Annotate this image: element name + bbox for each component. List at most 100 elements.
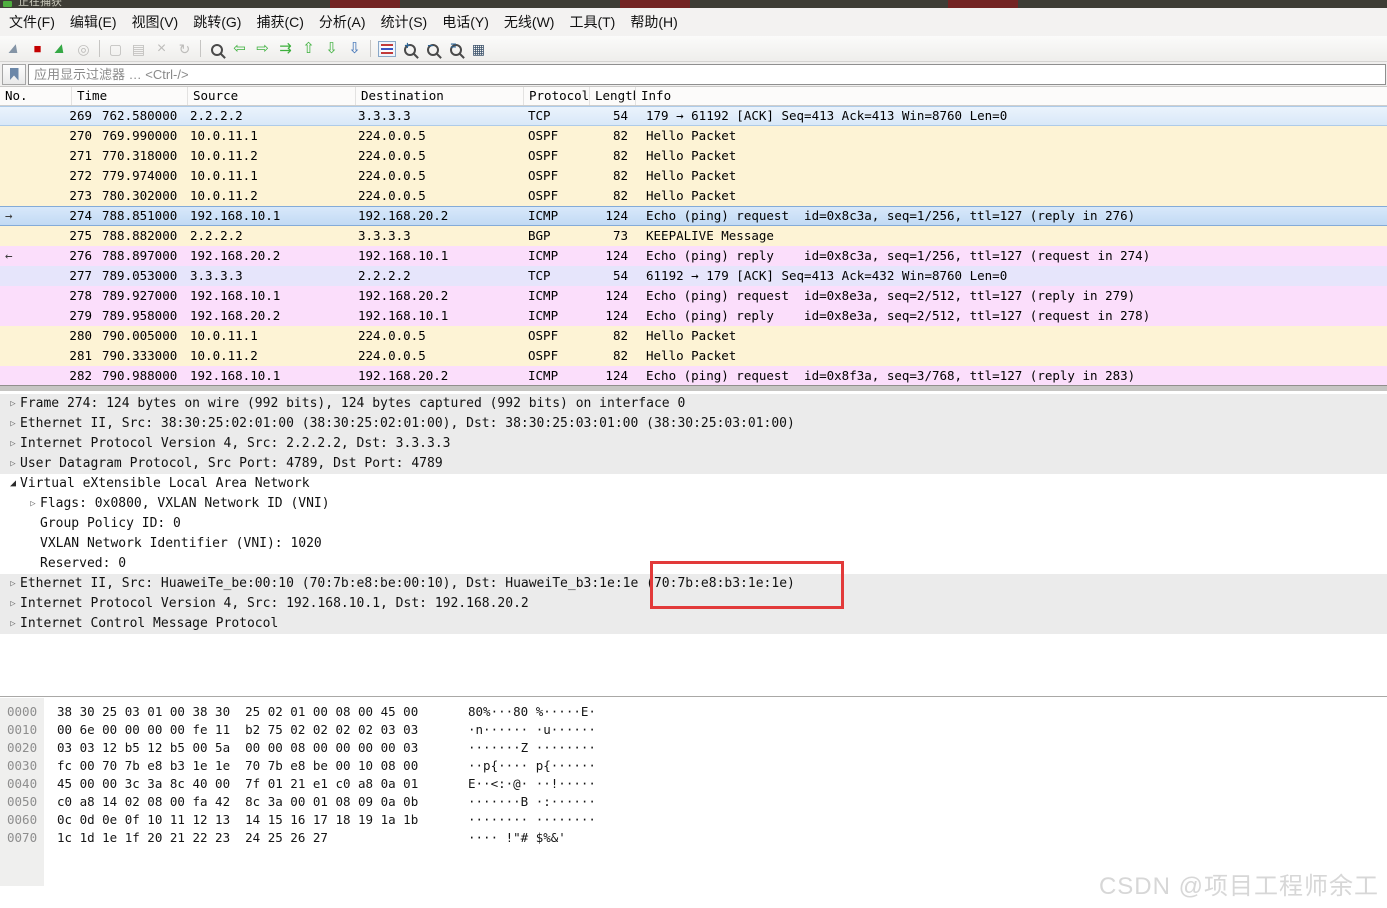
packet-row[interactable]: ← 276 788.897000 192.168.20.2 192.168.10.1 IC… [0,246,1387,266]
menu-analyze[interactable]: 分析(A) [313,8,372,36]
cell-protocol: BGP [528,228,551,243]
reload-icon[interactable]: ↻ [173,42,196,56]
packet-row[interactable]: 273 780.302000 10.0.11.2 224.0.0.5 OSPF 82 Hel… [0,186,1387,206]
detail-line-frame[interactable]: ▷ Frame 274: 124 bytes on wire (992 bits)… [0,394,1387,414]
packet-row[interactable]: 271 770.318000 10.0.11.2 224.0.0.5 OSPF 82 Hel… [0,146,1387,166]
menu-help[interactable]: 帮助(H) [624,8,683,36]
detail-line-ethernet-outer[interactable]: ▷ Ethernet II, Src: 38:30:25:02:01:00 (38… [0,414,1387,434]
menu-capture[interactable]: 捕获(C) [250,8,309,36]
menu-view[interactable]: 视图(V) [126,8,185,36]
related-packet-marker [0,107,28,125]
expander-icon[interactable]: ▷ [6,614,20,634]
packet-row[interactable]: 269 762.580000 2.2.2.2 3.3.3.3 TCP 54 179 → 61… [0,106,1387,126]
zoom-original-icon[interactable]: = [444,41,467,56]
cell-length: 124 [605,208,628,223]
packet-row[interactable]: 272 779.974000 10.0.11.1 224.0.0.5 OSPF 82 Hel… [0,166,1387,186]
detail-line-ip-outer[interactable]: ▷ Internet Protocol Version 4, Src: 2.2.2… [0,434,1387,454]
packet-row[interactable]: 278 789.927000 192.168.10.1 192.168.20.2 ICM… [0,286,1387,306]
hex-row[interactable]: 0040 45 00 00 3c 3a 8c 40 00 7f 01 21 e1 … [0,775,1387,793]
packet-row[interactable]: 270 769.990000 10.0.11.1 224.0.0.5 OSPF 82 Hel… [0,126,1387,146]
expander-icon-expanded[interactable]: ◢ [6,474,20,494]
cell-time: 769.990000 [102,128,178,143]
detail-line-vxlan[interactable]: ◢ Virtual eXtensible Local Area Network [0,474,1387,494]
column-header-info[interactable]: Info [636,87,1387,105]
hex-row[interactable]: 0020 03 03 12 b5 12 b5 00 5a 00 00 08 00 … [0,739,1387,757]
auto-scroll-icon[interactable]: ⇩ [343,41,366,56]
expander-icon[interactable]: ▷ [6,394,20,414]
detail-line-icmp[interactable]: ▷ Internet Control Message Protocol [0,614,1387,634]
detail-line-vxlan-flags[interactable]: ▷ Flags: 0x0800, VXLAN Network ID (VNI) [0,494,1387,514]
column-header-destination[interactable]: Destination [356,87,524,105]
go-forward-icon[interactable]: ⇨ [251,41,274,56]
column-header-protocol[interactable]: Protocol [524,87,590,105]
packet-row[interactable]: 275 788.882000 2.2.2.2 3.3.3.3 BGP 73 KEEPALIV… [0,226,1387,246]
detail-line-vni[interactable]: VXLAN Network Identifier (VNI): 1020 [0,534,1387,554]
zoom-out-icon[interactable]: − [421,41,444,56]
restart-capture-icon[interactable]: ▲ [49,40,72,57]
packet-row[interactable]: 280 790.005000 10.0.11.1 224.0.0.5 OSPF 82 Hel… [0,326,1387,346]
cell-info: Echo (ping) request id=0x8e3a, seq=2/512… [646,288,1136,303]
zoom-in-icon[interactable]: + [398,41,421,56]
save-file-icon[interactable]: ▤ [127,42,150,56]
menu-statistics[interactable]: 统计(S) [375,8,434,36]
go-back-icon[interactable]: ⇦ [228,41,251,56]
cell-length: 82 [612,328,628,343]
cell-source: 10.0.11.2 [190,348,258,363]
menu-wireless[interactable]: 无线(W) [498,8,561,36]
open-file-icon[interactable]: ▢ [104,42,127,56]
packet-row[interactable]: 277 789.053000 3.3.3.3 2.2.2.2 TCP 54 61192 → … [0,266,1387,286]
red-annotation-box [650,561,844,609]
start-capture-icon[interactable]: ▲ [3,40,26,57]
column-header-no[interactable]: No. [0,87,72,105]
resize-columns-icon[interactable]: ▦ [467,42,490,56]
hex-row[interactable]: 0070 1c 1d 1e 1f 20 21 22 23 24 25 26 27 ·… [0,829,1387,847]
column-header-time[interactable]: Time [72,87,188,105]
expander-icon[interactable]: ▷ [26,494,40,514]
hex-ascii: E··<:·@· ··!····· [468,776,596,791]
go-last-icon[interactable]: ⇩ [320,41,343,56]
packet-row[interactable]: 282 790.988000 192.168.10.1 192.168.20.2 ICM… [0,366,1387,386]
column-header-source[interactable]: Source [188,87,356,105]
hex-row[interactable]: 0030 fc 00 70 7b e8 b3 1e 1e 70 7b e8 be … [0,757,1387,775]
menu-go[interactable]: 跳转(G) [187,8,247,36]
hex-row[interactable]: 0060 0c 0d 0e 0f 10 11 12 13 14 15 16 17 … [0,811,1387,829]
hex-bytes: 1c 1d 1e 1f 20 21 22 23 24 25 26 27 [57,830,328,845]
packet-row[interactable]: 281 790.333000 10.0.11.2 224.0.0.5 OSPF 82 Hel… [0,346,1387,366]
go-to-packet-icon[interactable]: ⇉ [274,41,297,56]
colorize-icon[interactable] [375,40,398,57]
detail-line-udp[interactable]: ▷ User Datagram Protocol, Src Port: 4789,… [0,454,1387,474]
expander-icon[interactable]: ▷ [6,414,20,434]
filter-bookmark-button[interactable] [2,63,26,85]
capture-options-icon[interactable]: ◎ [72,42,95,56]
go-first-icon[interactable]: ⇧ [297,41,320,56]
cell-length: 124 [605,308,628,323]
column-header-length[interactable]: Length [590,87,636,105]
hex-row[interactable]: 0010 00 6e 00 00 00 00 fe 11 b2 75 02 02 … [0,721,1387,739]
cell-no: 275 [69,228,92,243]
cell-protocol: OSPF [528,348,559,363]
display-filter-input[interactable] [28,63,1386,85]
menu-edit[interactable]: 编辑(E) [64,8,123,36]
hex-row[interactable]: 0000 38 30 25 03 01 00 38 30 25 02 01 00 … [0,703,1387,721]
packet-row-selected[interactable]: → 274 788.851000 192.168.10.1 192.168.20.2 IC… [0,206,1387,226]
toolbar-separator [99,40,100,57]
menu-tools[interactable]: 工具(T) [563,8,621,36]
menu-file[interactable]: 文件(F) [3,8,61,36]
detail-line-group-policy[interactable]: Group Policy ID: 0 [0,514,1387,534]
hex-row[interactable]: 0050 c0 a8 14 02 08 00 fa 42 8c 3a 00 01 … [0,793,1387,811]
expander-icon[interactable]: ▷ [6,434,20,454]
related-packet-marker [0,286,28,306]
close-file-icon[interactable]: × [150,40,173,57]
cell-no: 280 [69,328,92,343]
menu-telephony[interactable]: 电话(Y) [436,8,495,36]
expander-icon[interactable]: ▷ [6,594,20,614]
window-title: 正在捕获 [18,0,62,8]
stop-capture-icon[interactable]: ■ [26,42,49,55]
expander-icon[interactable]: ▷ [6,454,20,474]
cell-destination: 192.168.20.2 [358,208,449,223]
find-packet-icon[interactable] [205,41,228,56]
packet-row[interactable]: 279 789.958000 192.168.20.2 192.168.10.1 ICM… [0,306,1387,326]
expander-icon[interactable]: ▷ [6,574,20,594]
cell-info: Hello Packet [646,148,737,163]
cell-no: 269 [69,108,92,123]
